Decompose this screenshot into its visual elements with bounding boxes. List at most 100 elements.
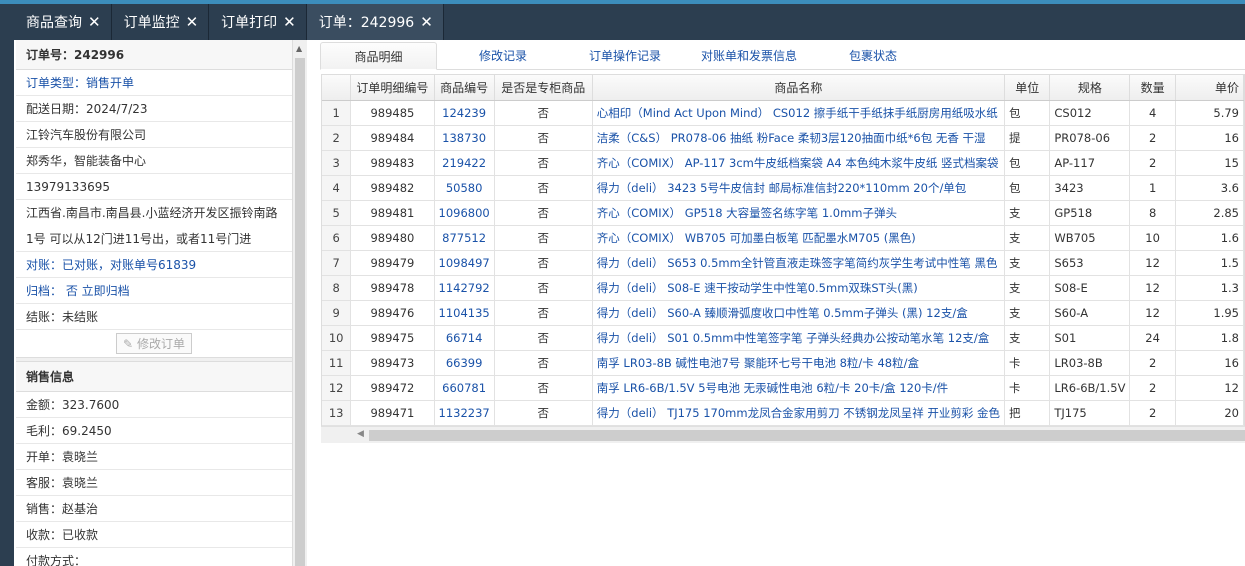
row-number-header[interactable] xyxy=(322,75,352,101)
detail-area: 商品明细 修改记录 订单操作记录 对账单和发票信息 包裹状态 订单明细编号 商品编… xyxy=(313,40,1245,566)
scroll-up-icon[interactable]: ▲ xyxy=(296,44,302,53)
spec: S08-E xyxy=(1049,275,1131,301)
subtab-items[interactable]: 商品明细 xyxy=(320,42,437,70)
product-id-link[interactable]: 877512 xyxy=(434,225,495,251)
edit-order-row: ✎ 修改订单 xyxy=(16,330,292,358)
tab-strip: 商品查询 ✕ 订单监控 ✕ 订单打印 ✕ 订单：242996 ✕ xyxy=(14,4,444,40)
quantity: 2 xyxy=(1129,375,1176,401)
product-id-link[interactable]: 1142792 xyxy=(434,275,495,301)
tab-product-query[interactable]: 商品查询 ✕ xyxy=(14,4,112,40)
tab-order-monitor[interactable]: 订单监控 ✕ xyxy=(111,4,210,40)
table-header-row: 订单明细编号 商品编号 是否是专柜商品 商品名称 单位 规格 数量 单价 xyxy=(322,75,1244,101)
table-row[interactable]: 8 989478 1142792 否得力（deli） S08-E 速干按动学生中性笔0… xyxy=(322,275,1244,301)
product-name-link[interactable]: 南孚 LR6-6B/1.5V 5号电池 无汞碱性电池 6粒/卡 20卡/盒 12… xyxy=(592,375,1006,401)
product-id-link[interactable]: 124239 xyxy=(434,100,495,126)
product-name-link[interactable]: 得力（deli） S01 0.5mm中性笔签字笔 子弹头经典办公按动笔水笔 12… xyxy=(592,325,1006,351)
product-id-link[interactable]: 66399 xyxy=(434,350,495,376)
unit: 卡 xyxy=(1004,375,1051,401)
spec: WB705 xyxy=(1049,225,1131,251)
customer-contact: 郑秀华，智能装备中心 xyxy=(16,148,292,174)
row-number: 1 xyxy=(322,100,352,126)
product-id-link[interactable]: 1098497 xyxy=(434,250,495,276)
product-name-link[interactable]: 得力（deli） S08-E 速干按动学生中性笔0.5mm双珠ST头(黑) xyxy=(592,275,1006,301)
quantity: 2 xyxy=(1129,350,1176,376)
table-row[interactable]: 5 989481 1096800 否齐心（COMIX） GP518 大容量签名练字笔 … xyxy=(322,200,1244,226)
unit-price: 20 xyxy=(1175,400,1244,426)
product-id-link[interactable]: 138730 xyxy=(434,125,495,151)
row-number: 11 xyxy=(322,350,352,376)
spec-header[interactable]: 规格 xyxy=(1049,75,1131,101)
spec: PR078-06 xyxy=(1049,125,1131,151)
quantity: 12 xyxy=(1129,300,1176,326)
scroll-left-icon[interactable]: ◀ xyxy=(357,429,364,439)
unit-header[interactable]: 单位 xyxy=(1004,75,1051,101)
table-row[interactable]: 1 989485 124239 否心相印（Mind Act Upon Mind） CS… xyxy=(322,100,1244,126)
table-row[interactable]: 13 989471 1132237 否得力（deli） TJ175 170mm龙凤合金… xyxy=(322,400,1244,426)
counter-item-flag: 否 xyxy=(494,200,593,226)
unit: 支 xyxy=(1004,225,1051,251)
tab-order-detail[interactable]: 订单：242996 ✕ xyxy=(306,4,444,40)
subtab-operation-log[interactable]: 订单操作记录 xyxy=(569,42,681,70)
quantity: 1 xyxy=(1129,175,1176,201)
quantity: 8 xyxy=(1129,200,1176,226)
product-id-link[interactable]: 660781 xyxy=(434,375,495,401)
table-row[interactable]: 2 989484 138730 否洁柔（C&S） PR078-06 抽纸 粉Face … xyxy=(322,125,1244,151)
row-number: 12 xyxy=(322,375,352,401)
table-row[interactable]: 3 989483 219422 否齐心（COMIX） AP-117 3cm牛皮纸档案袋… xyxy=(322,150,1244,176)
row-number: 5 xyxy=(322,200,352,226)
edit-order-button[interactable]: ✎ 修改订单 xyxy=(116,333,192,354)
close-icon[interactable]: ✕ xyxy=(283,13,296,31)
reconcile-status[interactable]: 对账：已对账，对账单号61839 xyxy=(16,252,292,278)
detail-id-header[interactable]: 订单明细编号 xyxy=(350,75,435,101)
table-row[interactable]: 10 989475 66714 否得力（deli） S01 0.5mm中性笔签字笔 子… xyxy=(322,325,1244,351)
sales-profit: 毛利：69.2450 xyxy=(16,418,292,444)
counter-item-header[interactable]: 是否是专柜商品 xyxy=(494,75,593,101)
subtab-package[interactable]: 包裹状态 xyxy=(817,42,929,70)
product-name-header[interactable]: 商品名称 xyxy=(592,75,1006,101)
product-name-link[interactable]: 南孚 LR03-8B 碱性电池7号 聚能环七号干电池 8粒/卡 48粒/盒 xyxy=(592,350,1006,376)
table-row[interactable]: 6 989480 877512 否齐心（COMIX） WB705 可加墨白板笔 匹配墨… xyxy=(322,225,1244,251)
counter-item-flag: 否 xyxy=(494,100,593,126)
product-id-link[interactable]: 1132237 xyxy=(434,400,495,426)
unit-price: 1.3 xyxy=(1175,275,1244,301)
price-header[interactable]: 单价 xyxy=(1175,75,1244,101)
table-row[interactable]: 4 989482 50580 否得力（deli） 3423 5号牛皮信封 邮局标准信封… xyxy=(322,175,1244,201)
close-icon[interactable]: ✕ xyxy=(88,13,101,31)
product-name-link[interactable]: 齐心（COMIX） AP-117 3cm牛皮纸档案袋 A4 本色纯木浆牛皮纸 竖… xyxy=(592,150,1006,176)
product-name-link[interactable]: 得力（deli） S60-A 臻顺滑弧度收口中性笔 0.5mm子弹头 (黑) 1… xyxy=(592,300,1006,326)
table-row[interactable]: 7 989479 1098497 否得力（deli） S653 0.5mm全针管直液走… xyxy=(322,250,1244,276)
sales-seller: 销售：赵基治 xyxy=(16,496,292,522)
sales-issuer: 开单：袁晓兰 xyxy=(16,444,292,470)
close-icon[interactable]: ✕ xyxy=(186,13,199,31)
unit: 包 xyxy=(1004,100,1051,126)
product-id-link[interactable]: 1104135 xyxy=(434,300,495,326)
subtab-invoice[interactable]: 对账单和发票信息 xyxy=(681,42,817,70)
product-name-link[interactable]: 得力（deli） 3423 5号牛皮信封 邮局标准信封220*110mm 20个… xyxy=(592,175,1006,201)
product-name-link[interactable]: 得力（deli） S653 0.5mm全针管直液走珠签字笔简约灰学生考试中性笔 … xyxy=(592,250,1006,276)
product-name-link[interactable]: 齐心（COMIX） GP518 大容量签名练字笔 1.0mm子弹头 xyxy=(592,200,1006,226)
product-id-link[interactable]: 66714 xyxy=(434,325,495,351)
scrollbar-thumb[interactable] xyxy=(369,430,1245,441)
product-name-link[interactable]: 心相印（Mind Act Upon Mind） CS012 擦手纸干手纸抹手纸厨… xyxy=(592,100,1006,126)
table-row[interactable]: 11 989473 66399 否南孚 LR03-8B 碱性电池7号 聚能环七号干电池… xyxy=(322,350,1244,376)
product-id-link[interactable]: 1096800 xyxy=(434,200,495,226)
product-name-link[interactable]: 洁柔（C&S） PR078-06 抽纸 粉Face 柔韧3层120抽面巾纸*6包… xyxy=(592,125,1006,151)
archive-status[interactable]: 归档： 否 立即归档 xyxy=(16,278,292,304)
left-panel-scrollbar[interactable]: ▲ xyxy=(293,40,307,566)
product-id-header[interactable]: 商品编号 xyxy=(434,75,495,101)
subtab-change-log[interactable]: 修改记录 xyxy=(437,42,569,70)
product-name-link[interactable]: 得力（deli） TJ175 170mm龙凤合金家用剪刀 不锈钢龙凤呈祥 开业剪… xyxy=(592,400,1006,426)
product-id-link[interactable]: 219422 xyxy=(434,150,495,176)
product-id-link[interactable]: 50580 xyxy=(434,175,495,201)
table-row[interactable]: 12 989472 660781 否南孚 LR6-6B/1.5V 5号电池 无汞碱性电… xyxy=(322,375,1244,401)
table-row[interactable]: 9 989476 1104135 否得力（deli） S60-A 臻顺滑弧度收口中性笔… xyxy=(322,300,1244,326)
grid-horizontal-scrollbar[interactable]: ◀ xyxy=(321,426,1245,443)
spec: S01 xyxy=(1049,325,1131,351)
quantity-header[interactable]: 数量 xyxy=(1129,75,1176,101)
counter-item-flag: 否 xyxy=(494,275,593,301)
scrollbar-thumb[interactable] xyxy=(295,58,305,566)
product-name-link[interactable]: 齐心（COMIX） WB705 可加墨白板笔 匹配墨水M705 (黑色) xyxy=(592,225,1006,251)
close-icon[interactable]: ✕ xyxy=(420,13,433,31)
quantity: 10 xyxy=(1129,225,1176,251)
tab-order-print[interactable]: 订单打印 ✕ xyxy=(209,4,307,40)
